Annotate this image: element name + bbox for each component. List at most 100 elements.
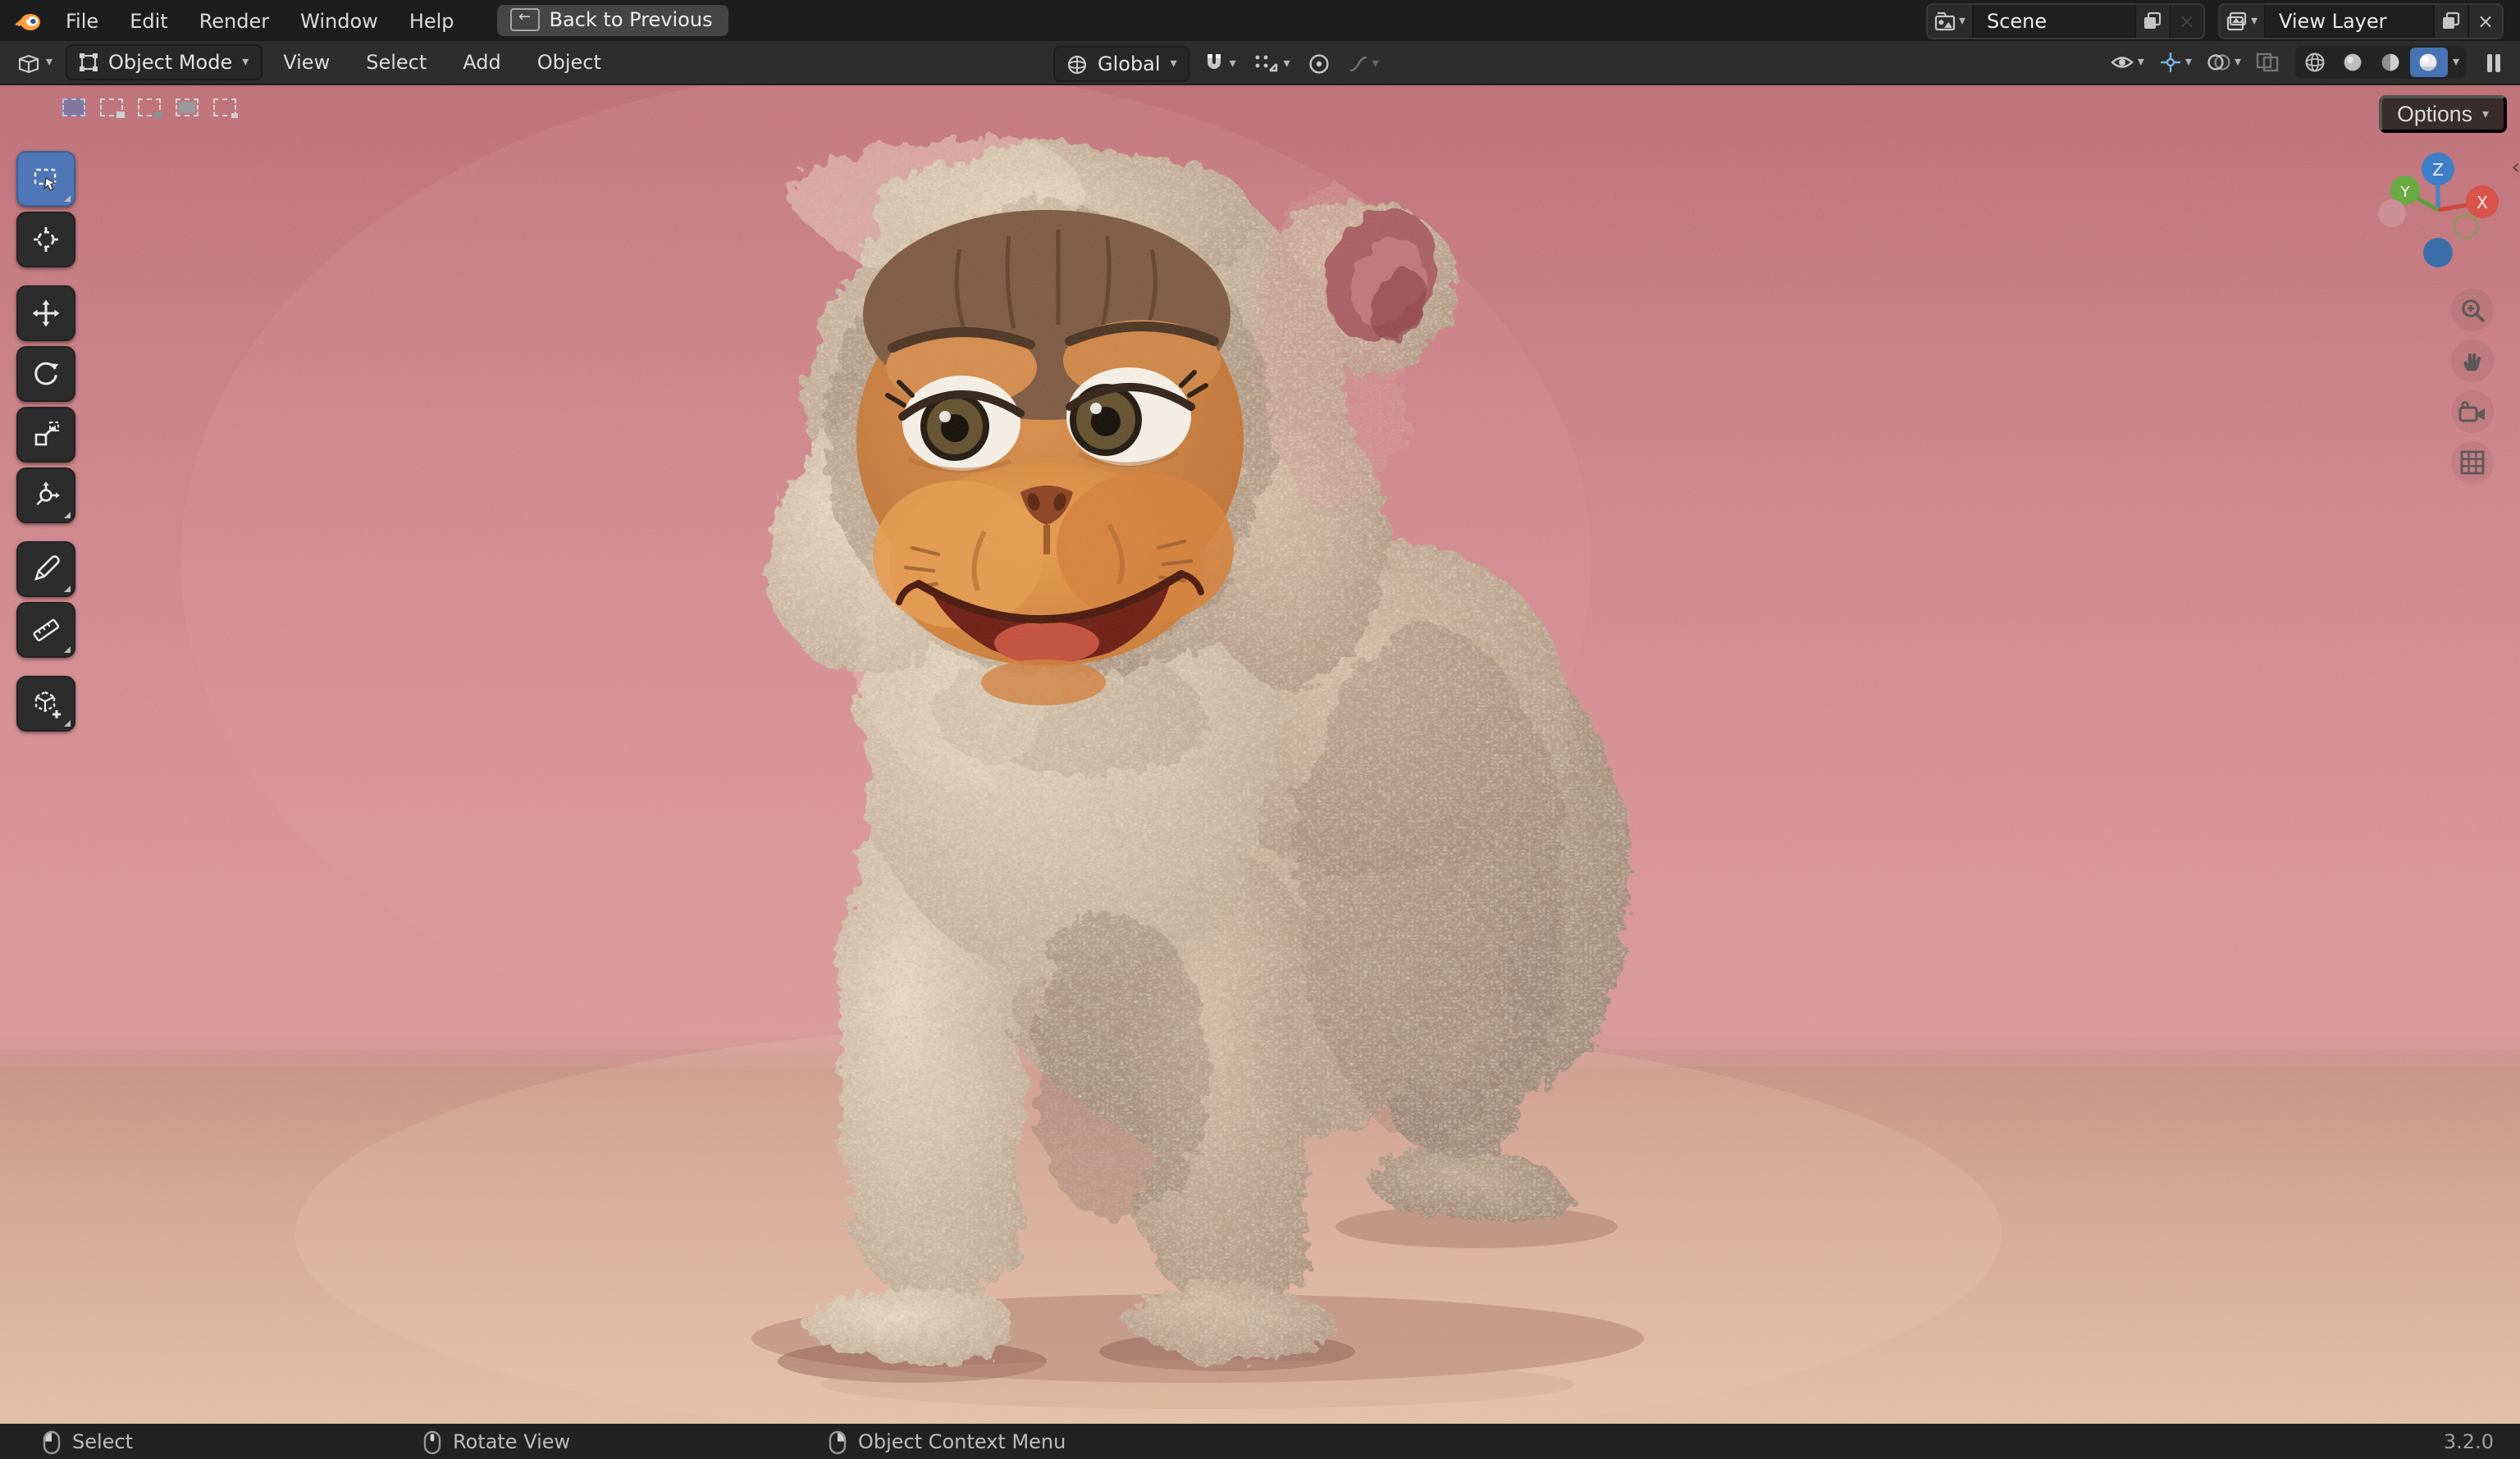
- chevron-down-icon: ▾: [1372, 56, 1379, 71]
- rendered-icon: [2420, 53, 2438, 71]
- shading-rendered-button[interactable]: [2409, 48, 2448, 77]
- menu-select[interactable]: Select: [351, 46, 441, 79]
- blender-logo-icon[interactable]: [10, 6, 46, 35]
- chevron-down-icon: ▾: [2137, 54, 2144, 69]
- tool-transform[interactable]: [16, 467, 75, 523]
- menu-help[interactable]: Help: [395, 4, 469, 37]
- scene-name-field[interactable]: Scene: [1974, 9, 2134, 32]
- chevron-down-icon: ▾: [2184, 54, 2192, 69]
- tool-scale[interactable]: [16, 407, 75, 463]
- options-label: Options: [2397, 102, 2472, 126]
- chevron-down-icon: ▾: [46, 54, 53, 69]
- scene-browse-button[interactable]: ▾: [1927, 4, 1974, 37]
- status-hint-label: Rotate View: [453, 1430, 571, 1453]
- tool-subtools-indicator: [64, 720, 71, 727]
- chevron-down-icon: ▾: [1170, 56, 1177, 71]
- new-scene-button[interactable]: [2134, 4, 2169, 37]
- select-mode-subtract[interactable]: [135, 95, 162, 118]
- tool-measure[interactable]: [16, 602, 75, 658]
- menu-window[interactable]: Window: [285, 4, 393, 37]
- back-to-previous-button[interactable]: ← Back to Previous: [496, 5, 729, 36]
- tool-subtools-indicator: [64, 195, 71, 202]
- proportional-editing-button[interactable]: [1303, 49, 1336, 79]
- tool-move[interactable]: [16, 285, 75, 341]
- menu-render[interactable]: Render: [185, 4, 284, 37]
- remove-view-layer-button[interactable]: ×: [2468, 4, 2502, 37]
- zoom-icon: [2461, 299, 2485, 322]
- view-layer-browse-button[interactable]: ▾: [2219, 4, 2266, 37]
- topbar: File Edit Render Window Help ← Back to P…: [0, 0, 2520, 41]
- rendered-scene[interactable]: [0, 85, 2520, 1424]
- view-layer-name-field[interactable]: View Layer: [2266, 9, 2433, 32]
- shading-material-button[interactable]: [2372, 48, 2410, 77]
- select-mode-new[interactable]: [59, 95, 87, 118]
- status-hint-context-menu: Object Context Menu: [829, 1424, 1066, 1459]
- right-mouse-icon: [829, 1429, 847, 1454]
- camera-view-button[interactable]: [2451, 390, 2494, 433]
- shading-solid-button[interactable]: [2335, 48, 2372, 77]
- toggle-projection-button[interactable]: [2451, 441, 2494, 484]
- proportional-edit-icon: [1310, 54, 1330, 74]
- pause-bars-icon: [2487, 53, 2500, 71]
- move-icon: [32, 299, 60, 327]
- shading-options-chevron[interactable]: ▾: [2448, 55, 2464, 69]
- zoom-button[interactable]: [2451, 289, 2494, 331]
- chevron-down-icon: ▾: [2250, 12, 2258, 27]
- select-mode-extend[interactable]: [97, 95, 125, 118]
- scene-icon: [1934, 11, 1956, 30]
- xray-toggle-button[interactable]: [2251, 49, 2284, 75]
- tool-cursor[interactable]: [16, 212, 75, 267]
- magnet-icon: [1208, 54, 1221, 69]
- statusbar: Select Rotate View Object Context Menu 3…: [0, 1424, 2520, 1459]
- shading-mode-group: ▾: [2294, 46, 2466, 79]
- pan-button[interactable]: [2451, 340, 2494, 382]
- menu-view[interactable]: View: [268, 46, 345, 79]
- axis-neg-y-ball[interactable]: [2453, 213, 2479, 239]
- viewport-header: ▾ Object Mode ▾ View Select Add Object G…: [0, 41, 2520, 85]
- shading-wireframe-button[interactable]: [2297, 48, 2335, 77]
- wireframe-icon: [2306, 52, 2326, 72]
- new-view-layer-button[interactable]: [2433, 4, 2468, 37]
- navigation-gizmo[interactable]: Z X Y: [2372, 148, 2504, 299]
- solid-icon: [2344, 53, 2362, 71]
- unlink-scene-button[interactable]: ×: [2168, 4, 2203, 37]
- blender-window: File Edit Render Window Help ← Back to P…: [0, 0, 2520, 1459]
- tool-box-select[interactable]: [16, 151, 75, 207]
- object-visibility-button[interactable]: ▾: [2105, 49, 2149, 75]
- snap-target-button[interactable]: ▾: [1249, 49, 1295, 79]
- menu-add[interactable]: Add: [448, 46, 515, 79]
- axis-neg-z-ball[interactable]: [2423, 238, 2453, 267]
- options-button[interactable]: Options ▾: [2379, 95, 2507, 133]
- menu-object[interactable]: Object: [523, 46, 616, 79]
- tool-add-cube[interactable]: [16, 676, 75, 732]
- snap-toggle-button[interactable]: ▾: [1198, 49, 1241, 79]
- axis-z-label: Z: [2432, 160, 2444, 180]
- select-mode-invert[interactable]: [172, 95, 200, 118]
- overlays-toggle-button[interactable]: ▾: [2202, 49, 2246, 75]
- menu-file[interactable]: File: [51, 4, 113, 37]
- sidebar-collapse-arrow[interactable]: ‹: [2512, 157, 2520, 179]
- left-mouse-icon: [43, 1429, 61, 1454]
- editor-type-button[interactable]: ▾: [10, 48, 59, 76]
- pause-render-button[interactable]: [2481, 48, 2507, 76]
- close-icon: ×: [2477, 9, 2495, 32]
- cursor-icon: [34, 227, 58, 252]
- axis-neg-x-ball[interactable]: [2378, 199, 2406, 227]
- menu-edit[interactable]: Edit: [115, 4, 183, 37]
- tool-rotate[interactable]: [16, 346, 75, 402]
- back-to-previous-label: Back to Previous: [549, 8, 713, 31]
- tool-annotate[interactable]: [16, 541, 75, 597]
- gizmos-toggle-button[interactable]: ▾: [2154, 48, 2197, 77]
- transform-orientation-select[interactable]: Global ▾: [1053, 46, 1190, 82]
- film-grain: [0, 85, 2520, 1424]
- box-select-icon: [34, 168, 57, 191]
- chevron-down-icon: ▾: [1958, 12, 1965, 27]
- object-mode-icon: [80, 53, 98, 71]
- viewport-nav-tools: [2451, 289, 2494, 484]
- close-icon: ×: [2178, 9, 2196, 32]
- viewport-3d[interactable]: Options ▾ ‹ Z X Y: [0, 85, 2520, 1424]
- proportional-falloff-button[interactable]: ▾: [1344, 51, 1384, 77]
- select-mode-intersect[interactable]: [210, 95, 238, 118]
- grid-ortho-icon: [2460, 450, 2485, 475]
- mode-select[interactable]: Object Mode ▾: [66, 44, 262, 80]
